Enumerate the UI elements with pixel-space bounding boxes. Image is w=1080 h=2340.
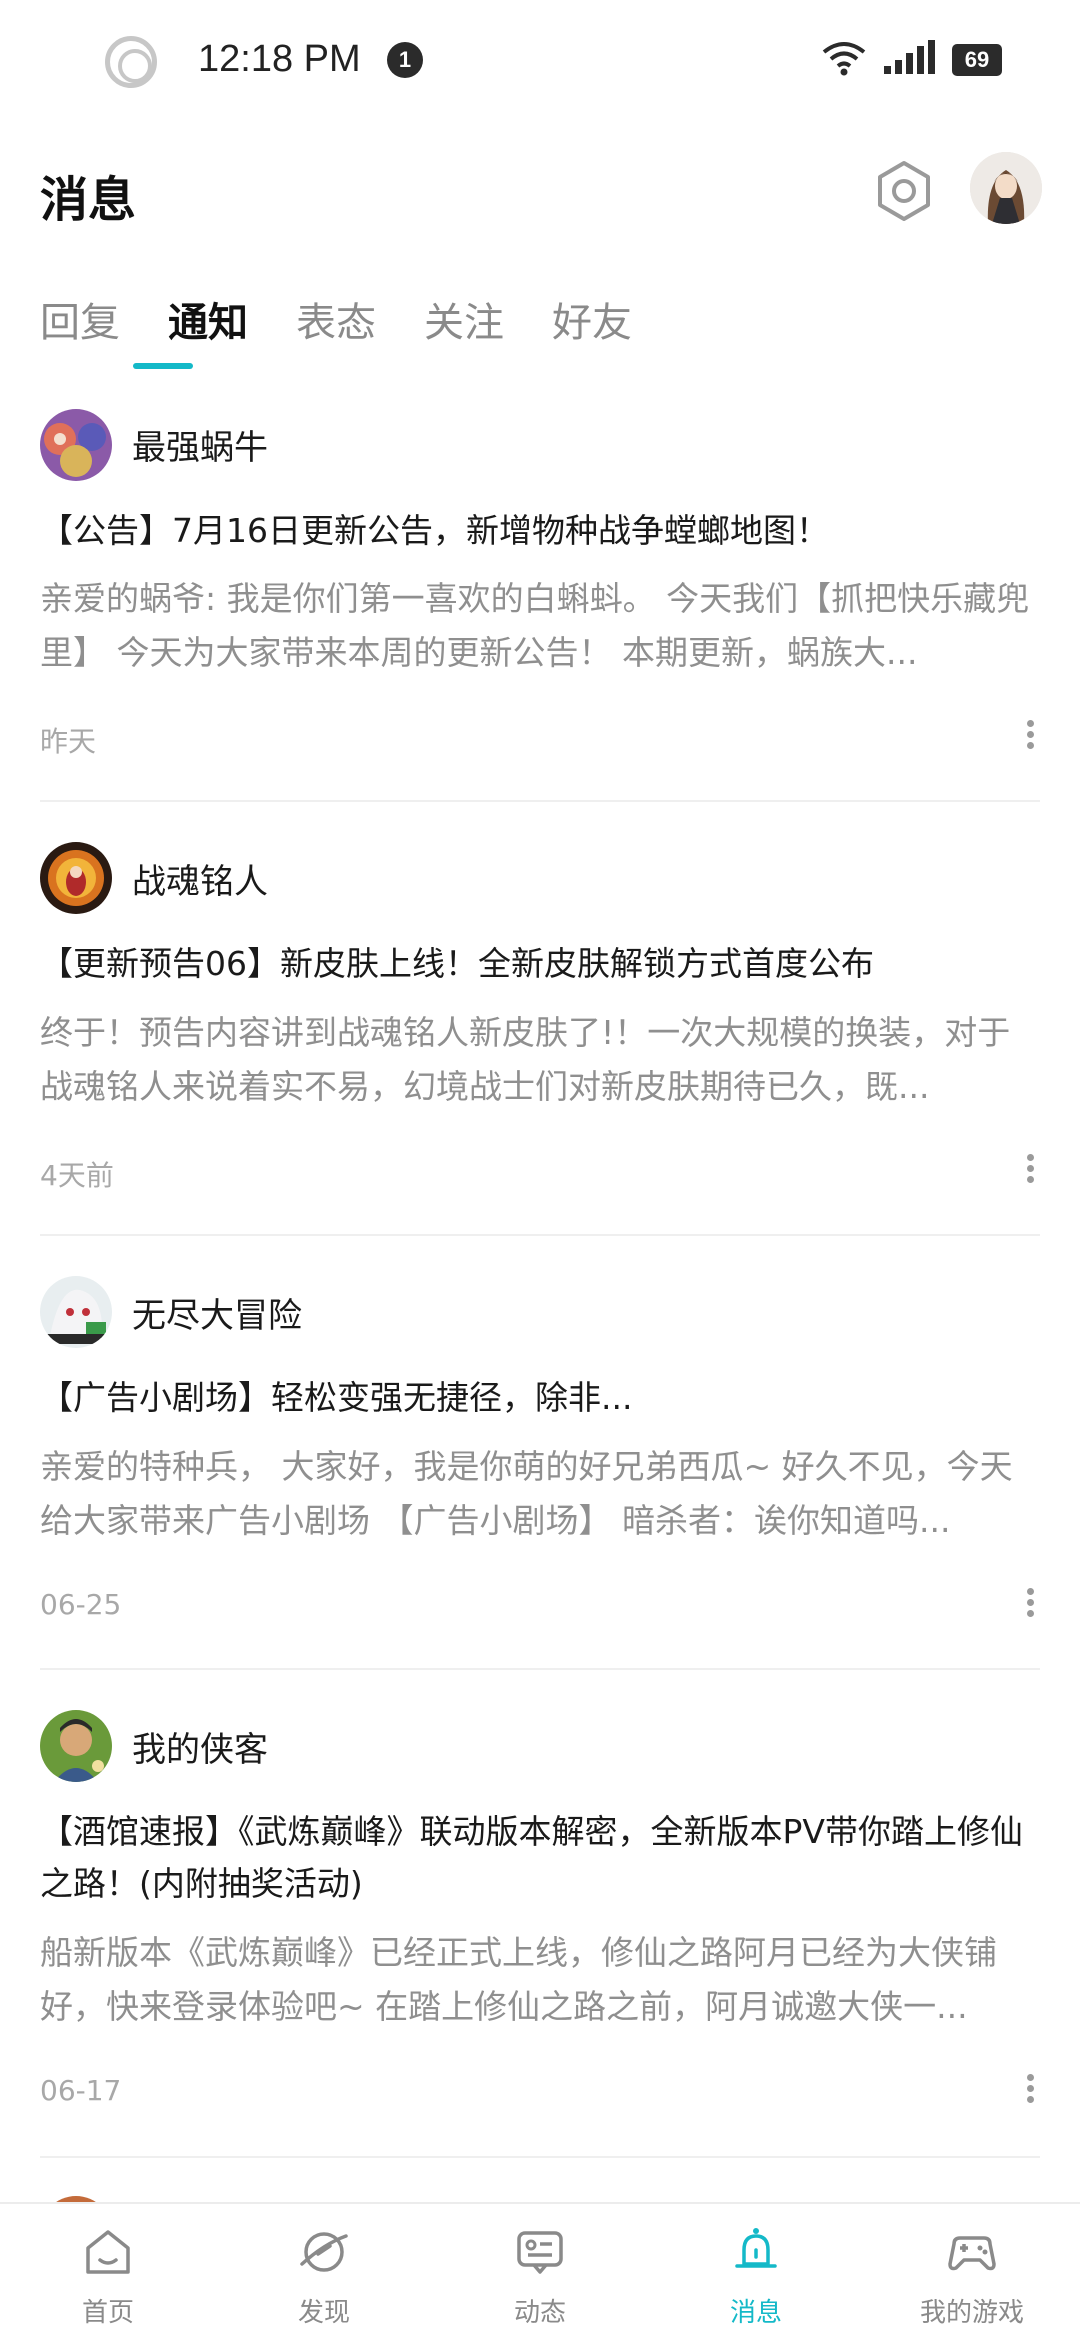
more-options-icon[interactable] bbox=[1020, 1584, 1040, 1624]
bell-icon bbox=[735, 2228, 777, 2268]
tab-reply[interactable]: 回复 bbox=[40, 290, 120, 370]
avatar[interactable] bbox=[40, 409, 112, 481]
more-options-icon[interactable] bbox=[1020, 1150, 1040, 1190]
nav-label: 发现 bbox=[297, 2298, 350, 2328]
status-time: 12:18 PM bbox=[198, 38, 361, 80]
nav-label: 消息 bbox=[729, 2298, 782, 2328]
nav-home[interactable]: 首页 bbox=[0, 2204, 216, 2340]
post-excerpt: 亲爱的蜗爷: 我是你们第一喜欢的白蝌蚪。 今天我们【抓把快乐藏兜里】 今天为大家… bbox=[40, 579, 1030, 672]
more-options-icon[interactable] bbox=[1020, 716, 1040, 756]
list-item[interactable]: 我的侠客 【酒馆速报】《武炼巅峰》联动版本解密，全新版本PV带你踏上修仙之路！(… bbox=[40, 1670, 1040, 2158]
tab-reaction[interactable]: 表态 bbox=[296, 290, 376, 370]
post-title: 【广告小剧场】轻松变强无捷径，除非... bbox=[40, 1378, 633, 1417]
post-time: 06-25 bbox=[40, 1588, 122, 1621]
post-title: 【更新预告06】新皮肤上线！全新皮肤解锁方式首度公布 bbox=[40, 944, 874, 983]
nav-label: 我的游戏 bbox=[919, 2298, 1024, 2328]
post-title: 【公告】7月16日更新公告，新增物种战争螳螂地图！ bbox=[40, 511, 829, 550]
avatar[interactable] bbox=[40, 1276, 112, 1348]
home-icon bbox=[86, 2230, 130, 2274]
post-author: 最强蜗牛 bbox=[132, 428, 268, 468]
nav-messages[interactable]: 消息 bbox=[648, 2204, 864, 2340]
more-options-icon[interactable] bbox=[1020, 2070, 1040, 2110]
avatar[interactable] bbox=[40, 1710, 112, 1782]
status-bar: 12:18 PM 1 69 bbox=[0, 0, 1080, 120]
post-author: 无尽大冒险 bbox=[132, 1296, 302, 1336]
post-excerpt: 终于！预告内容讲到战魂铭人新皮肤了!！一次大规模的换装，对于战魂铭人来说着实不易… bbox=[40, 1013, 1011, 1106]
post-time: 4天前 bbox=[40, 1159, 114, 1192]
nav-my-games[interactable]: 我的游戏 bbox=[864, 2204, 1080, 2340]
gamepad-icon bbox=[948, 2236, 996, 2271]
message-tabs: 回复 通知 表态 关注 好友 bbox=[40, 290, 680, 370]
wifi-icon bbox=[822, 42, 866, 76]
tab-follow[interactable]: 关注 bbox=[424, 290, 504, 370]
battery-icon: 69 bbox=[952, 44, 1002, 76]
nav-label: 首页 bbox=[81, 2298, 134, 2328]
list-item[interactable]: 无尽大冒险 【广告小剧场】轻松变强无捷径，除非... 亲爱的特种兵， 大家好，我… bbox=[40, 1236, 1040, 1670]
discover-icon bbox=[300, 2232, 348, 2272]
avatar[interactable] bbox=[40, 842, 112, 914]
active-tab-indicator bbox=[133, 363, 193, 369]
post-title: 【酒馆速报】《武炼巅峰》联动版本解密，全新版本PV带你踏上修仙之路！(内附抽奖活… bbox=[40, 1812, 1023, 1903]
settings-icon[interactable] bbox=[873, 160, 935, 222]
nav-discover[interactable]: 发现 bbox=[216, 2204, 432, 2340]
tab-friends[interactable]: 好友 bbox=[552, 290, 632, 370]
bottom-navigation: 首页 发现 动态 消息 我的游戏 bbox=[0, 2202, 1080, 2340]
page-title: 消息 bbox=[40, 172, 137, 228]
nav-feed[interactable]: 动态 bbox=[432, 2204, 648, 2340]
notification-count-badge: 1 bbox=[387, 42, 423, 78]
list-item[interactable]: 最强蜗牛 【公告】7月16日更新公告，新增物种战争螳螂地图！ 亲爱的蜗爷: 我是… bbox=[40, 400, 1040, 802]
post-excerpt: 船新版本《武炼巅峰》已经正式上线，修仙之路阿月已经为大侠铺好，快来登录体验吧~ … bbox=[40, 1933, 997, 2026]
post-author: 战魂铭人 bbox=[132, 862, 268, 902]
post-author: 我的侠客 bbox=[132, 1730, 268, 1770]
tab-notification[interactable]: 通知 bbox=[168, 290, 248, 370]
post-time: 06-17 bbox=[40, 2074, 122, 2107]
user-avatar[interactable] bbox=[970, 152, 1042, 224]
circle-status-icon bbox=[105, 36, 157, 88]
post-time: 昨天 bbox=[40, 725, 97, 758]
signal-icon bbox=[884, 40, 935, 74]
list-item[interactable]: 战魂铭人 【更新预告06】新皮肤上线！全新皮肤解锁方式首度公布 终于！预告内容讲… bbox=[40, 802, 1040, 1236]
feed-icon bbox=[517, 2231, 563, 2274]
post-excerpt: 亲爱的特种兵， 大家好，我是你萌的好兄弟西瓜~ 好久不见，今天给大家带来广告小剧… bbox=[40, 1447, 1013, 1540]
nav-label: 动态 bbox=[513, 2298, 566, 2328]
notification-feed: 最强蜗牛 【公告】7月16日更新公告，新增物种战争螳螂地图！ 亲爱的蜗爷: 我是… bbox=[0, 400, 1080, 2158]
